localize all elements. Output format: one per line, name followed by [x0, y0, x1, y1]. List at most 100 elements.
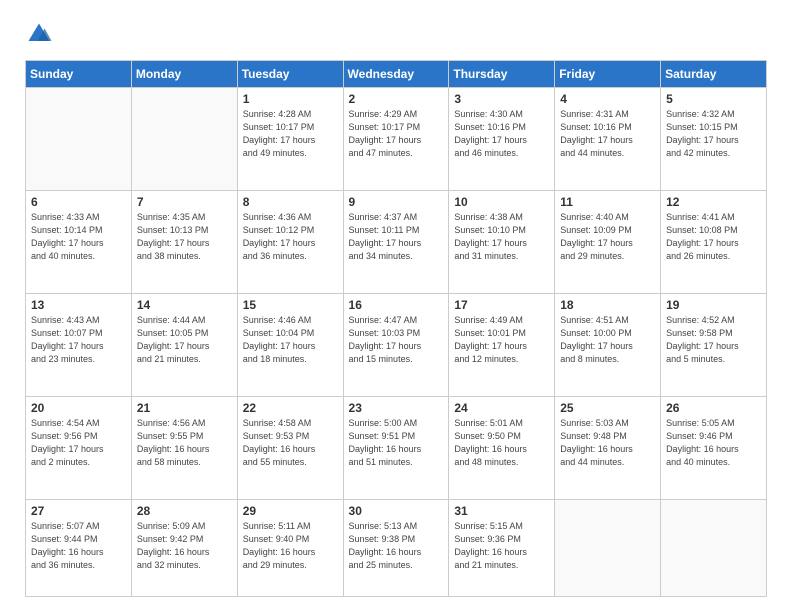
- day-info: Sunrise: 5:11 AM Sunset: 9:40 PM Dayligh…: [243, 520, 338, 572]
- day-info: Sunrise: 4:40 AM Sunset: 10:09 PM Daylig…: [560, 211, 655, 263]
- calendar-cell: 5 Sunrise: 4:32 AM Sunset: 10:15 PM Dayli…: [661, 88, 767, 191]
- day-number: 2: [349, 92, 444, 106]
- day-info: Sunrise: 5:13 AM Sunset: 9:38 PM Dayligh…: [349, 520, 444, 572]
- day-info: Sunrise: 4:35 AM Sunset: 10:13 PM Daylig…: [137, 211, 232, 263]
- calendar-cell: 20 Sunrise: 4:54 AM Sunset: 9:56 PM Dayli…: [26, 397, 132, 500]
- day-number: 30: [349, 504, 444, 518]
- day-number: 20: [31, 401, 126, 415]
- page: SundayMondayTuesdayWednesdayThursdayFrid…: [0, 0, 792, 612]
- day-info: Sunrise: 4:29 AM Sunset: 10:17 PM Daylig…: [349, 108, 444, 160]
- day-info: Sunrise: 4:30 AM Sunset: 10:16 PM Daylig…: [454, 108, 549, 160]
- day-number: 28: [137, 504, 232, 518]
- day-number: 9: [349, 195, 444, 209]
- day-number: 16: [349, 298, 444, 312]
- day-number: 26: [666, 401, 761, 415]
- day-info: Sunrise: 5:03 AM Sunset: 9:48 PM Dayligh…: [560, 417, 655, 469]
- day-info: Sunrise: 4:28 AM Sunset: 10:17 PM Daylig…: [243, 108, 338, 160]
- day-info: Sunrise: 4:31 AM Sunset: 10:16 PM Daylig…: [560, 108, 655, 160]
- calendar-cell: 13 Sunrise: 4:43 AM Sunset: 10:07 PM Dayl…: [26, 294, 132, 397]
- day-number: 5: [666, 92, 761, 106]
- day-number: 29: [243, 504, 338, 518]
- day-info: Sunrise: 4:36 AM Sunset: 10:12 PM Daylig…: [243, 211, 338, 263]
- calendar-cell: 22 Sunrise: 4:58 AM Sunset: 9:53 PM Dayli…: [237, 397, 343, 500]
- day-info: Sunrise: 4:33 AM Sunset: 10:14 PM Daylig…: [31, 211, 126, 263]
- day-number: 19: [666, 298, 761, 312]
- calendar-cell: 21 Sunrise: 4:56 AM Sunset: 9:55 PM Dayli…: [131, 397, 237, 500]
- day-number: 21: [137, 401, 232, 415]
- day-info: Sunrise: 4:51 AM Sunset: 10:00 PM Daylig…: [560, 314, 655, 366]
- calendar-header-friday: Friday: [555, 61, 661, 88]
- day-number: 7: [137, 195, 232, 209]
- calendar-cell: 12 Sunrise: 4:41 AM Sunset: 10:08 PM Dayl…: [661, 191, 767, 294]
- calendar-cell: 2 Sunrise: 4:29 AM Sunset: 10:17 PM Dayli…: [343, 88, 449, 191]
- day-number: 27: [31, 504, 126, 518]
- day-number: 17: [454, 298, 549, 312]
- calendar-week-3: 20 Sunrise: 4:54 AM Sunset: 9:56 PM Dayli…: [26, 397, 767, 500]
- calendar-cell: [131, 88, 237, 191]
- logo: [25, 20, 57, 48]
- day-number: 14: [137, 298, 232, 312]
- day-number: 6: [31, 195, 126, 209]
- day-info: Sunrise: 5:07 AM Sunset: 9:44 PM Dayligh…: [31, 520, 126, 572]
- day-info: Sunrise: 4:56 AM Sunset: 9:55 PM Dayligh…: [137, 417, 232, 469]
- day-info: Sunrise: 5:01 AM Sunset: 9:50 PM Dayligh…: [454, 417, 549, 469]
- calendar-header-tuesday: Tuesday: [237, 61, 343, 88]
- day-info: Sunrise: 4:43 AM Sunset: 10:07 PM Daylig…: [31, 314, 126, 366]
- header: [25, 20, 767, 48]
- calendar-header-thursday: Thursday: [449, 61, 555, 88]
- day-info: Sunrise: 5:15 AM Sunset: 9:36 PM Dayligh…: [454, 520, 549, 572]
- calendar-cell: 24 Sunrise: 5:01 AM Sunset: 9:50 PM Dayli…: [449, 397, 555, 500]
- calendar-cell: 16 Sunrise: 4:47 AM Sunset: 10:03 PM Dayl…: [343, 294, 449, 397]
- day-number: 13: [31, 298, 126, 312]
- day-info: Sunrise: 4:46 AM Sunset: 10:04 PM Daylig…: [243, 314, 338, 366]
- calendar-cell: 14 Sunrise: 4:44 AM Sunset: 10:05 PM Dayl…: [131, 294, 237, 397]
- calendar-cell: 17Sunrise: 4:49 AM Sunset: 10:01 PM Dayl…: [449, 294, 555, 397]
- day-info: Sunrise: 4:41 AM Sunset: 10:08 PM Daylig…: [666, 211, 761, 263]
- calendar-cell: 19 Sunrise: 4:52 AM Sunset: 9:58 PM Dayli…: [661, 294, 767, 397]
- calendar-table: SundayMondayTuesdayWednesdayThursdayFrid…: [25, 60, 767, 597]
- day-number: 8: [243, 195, 338, 209]
- calendar-cell: 31 Sunrise: 5:15 AM Sunset: 9:36 PM Dayli…: [449, 500, 555, 597]
- day-number: 18: [560, 298, 655, 312]
- calendar-cell: 4Sunrise: 4:31 AM Sunset: 10:16 PM Dayli…: [555, 88, 661, 191]
- calendar-cell: 26 Sunrise: 5:05 AM Sunset: 9:46 PM Dayli…: [661, 397, 767, 500]
- day-number: 31: [454, 504, 549, 518]
- calendar-cell: 25Sunrise: 5:03 AM Sunset: 9:48 PM Dayli…: [555, 397, 661, 500]
- calendar-cell: 10 Sunrise: 4:38 AM Sunset: 10:10 PM Dayl…: [449, 191, 555, 294]
- day-number: 23: [349, 401, 444, 415]
- calendar-cell: 1 Sunrise: 4:28 AM Sunset: 10:17 PM Dayli…: [237, 88, 343, 191]
- day-info: Sunrise: 4:37 AM Sunset: 10:11 PM Daylig…: [349, 211, 444, 263]
- calendar-cell: [26, 88, 132, 191]
- day-number: 10: [454, 195, 549, 209]
- calendar-cell: [661, 500, 767, 597]
- calendar-header-saturday: Saturday: [661, 61, 767, 88]
- day-info: Sunrise: 4:44 AM Sunset: 10:05 PM Daylig…: [137, 314, 232, 366]
- day-info: Sunrise: 5:00 AM Sunset: 9:51 PM Dayligh…: [349, 417, 444, 469]
- day-number: 1: [243, 92, 338, 106]
- day-info: Sunrise: 5:05 AM Sunset: 9:46 PM Dayligh…: [666, 417, 761, 469]
- calendar-cell: 28Sunrise: 5:09 AM Sunset: 9:42 PM Dayli…: [131, 500, 237, 597]
- day-info: Sunrise: 4:47 AM Sunset: 10:03 PM Daylig…: [349, 314, 444, 366]
- calendar-cell: 27 Sunrise: 5:07 AM Sunset: 9:44 PM Dayli…: [26, 500, 132, 597]
- day-info: Sunrise: 4:38 AM Sunset: 10:10 PM Daylig…: [454, 211, 549, 263]
- day-number: 22: [243, 401, 338, 415]
- calendar-cell: 11Sunrise: 4:40 AM Sunset: 10:09 PM Dayl…: [555, 191, 661, 294]
- day-info: Sunrise: 4:32 AM Sunset: 10:15 PM Daylig…: [666, 108, 761, 160]
- calendar-header-wednesday: Wednesday: [343, 61, 449, 88]
- day-number: 24: [454, 401, 549, 415]
- calendar-cell: 9 Sunrise: 4:37 AM Sunset: 10:11 PM Dayli…: [343, 191, 449, 294]
- day-info: Sunrise: 4:58 AM Sunset: 9:53 PM Dayligh…: [243, 417, 338, 469]
- calendar-cell: 30 Sunrise: 5:13 AM Sunset: 9:38 PM Dayli…: [343, 500, 449, 597]
- day-number: 3: [454, 92, 549, 106]
- calendar-cell: 23 Sunrise: 5:00 AM Sunset: 9:51 PM Dayli…: [343, 397, 449, 500]
- day-info: Sunrise: 4:54 AM Sunset: 9:56 PM Dayligh…: [31, 417, 126, 469]
- calendar-cell: 15Sunrise: 4:46 AM Sunset: 10:04 PM Dayl…: [237, 294, 343, 397]
- calendar-cell: 29 Sunrise: 5:11 AM Sunset: 9:40 PM Dayli…: [237, 500, 343, 597]
- calendar-cell: 3 Sunrise: 4:30 AM Sunset: 10:16 PM Dayli…: [449, 88, 555, 191]
- calendar-week-1: 6 Sunrise: 4:33 AM Sunset: 10:14 PM Dayli…: [26, 191, 767, 294]
- day-number: 12: [666, 195, 761, 209]
- calendar-header-monday: Monday: [131, 61, 237, 88]
- calendar-header-sunday: Sunday: [26, 61, 132, 88]
- day-info: Sunrise: 4:52 AM Sunset: 9:58 PM Dayligh…: [666, 314, 761, 366]
- calendar-week-2: 13 Sunrise: 4:43 AM Sunset: 10:07 PM Dayl…: [26, 294, 767, 397]
